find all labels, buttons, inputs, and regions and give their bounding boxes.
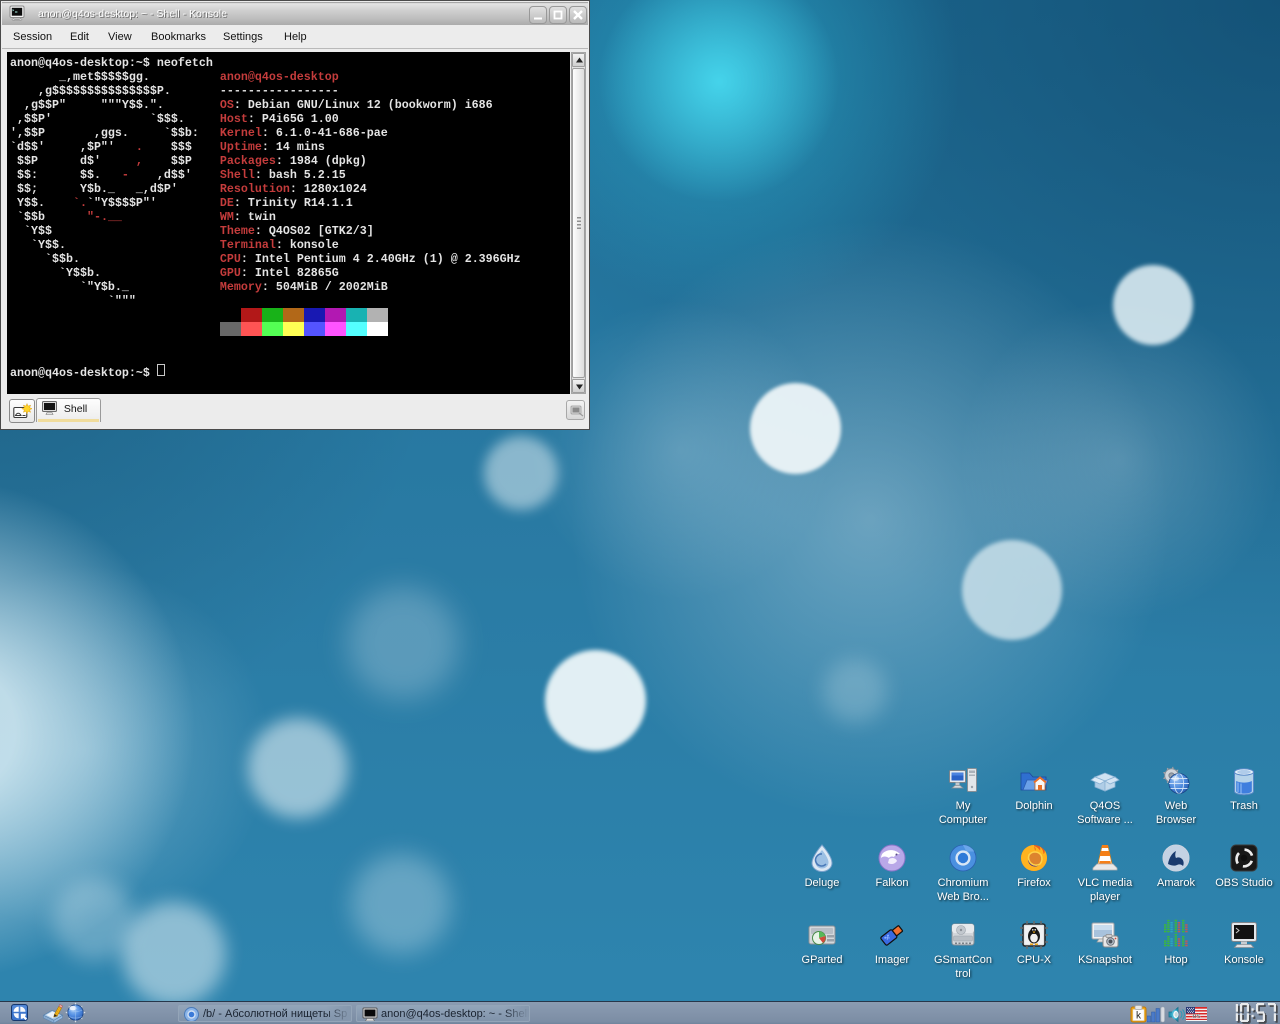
- svg-text:us: us: [1192, 1013, 1200, 1020]
